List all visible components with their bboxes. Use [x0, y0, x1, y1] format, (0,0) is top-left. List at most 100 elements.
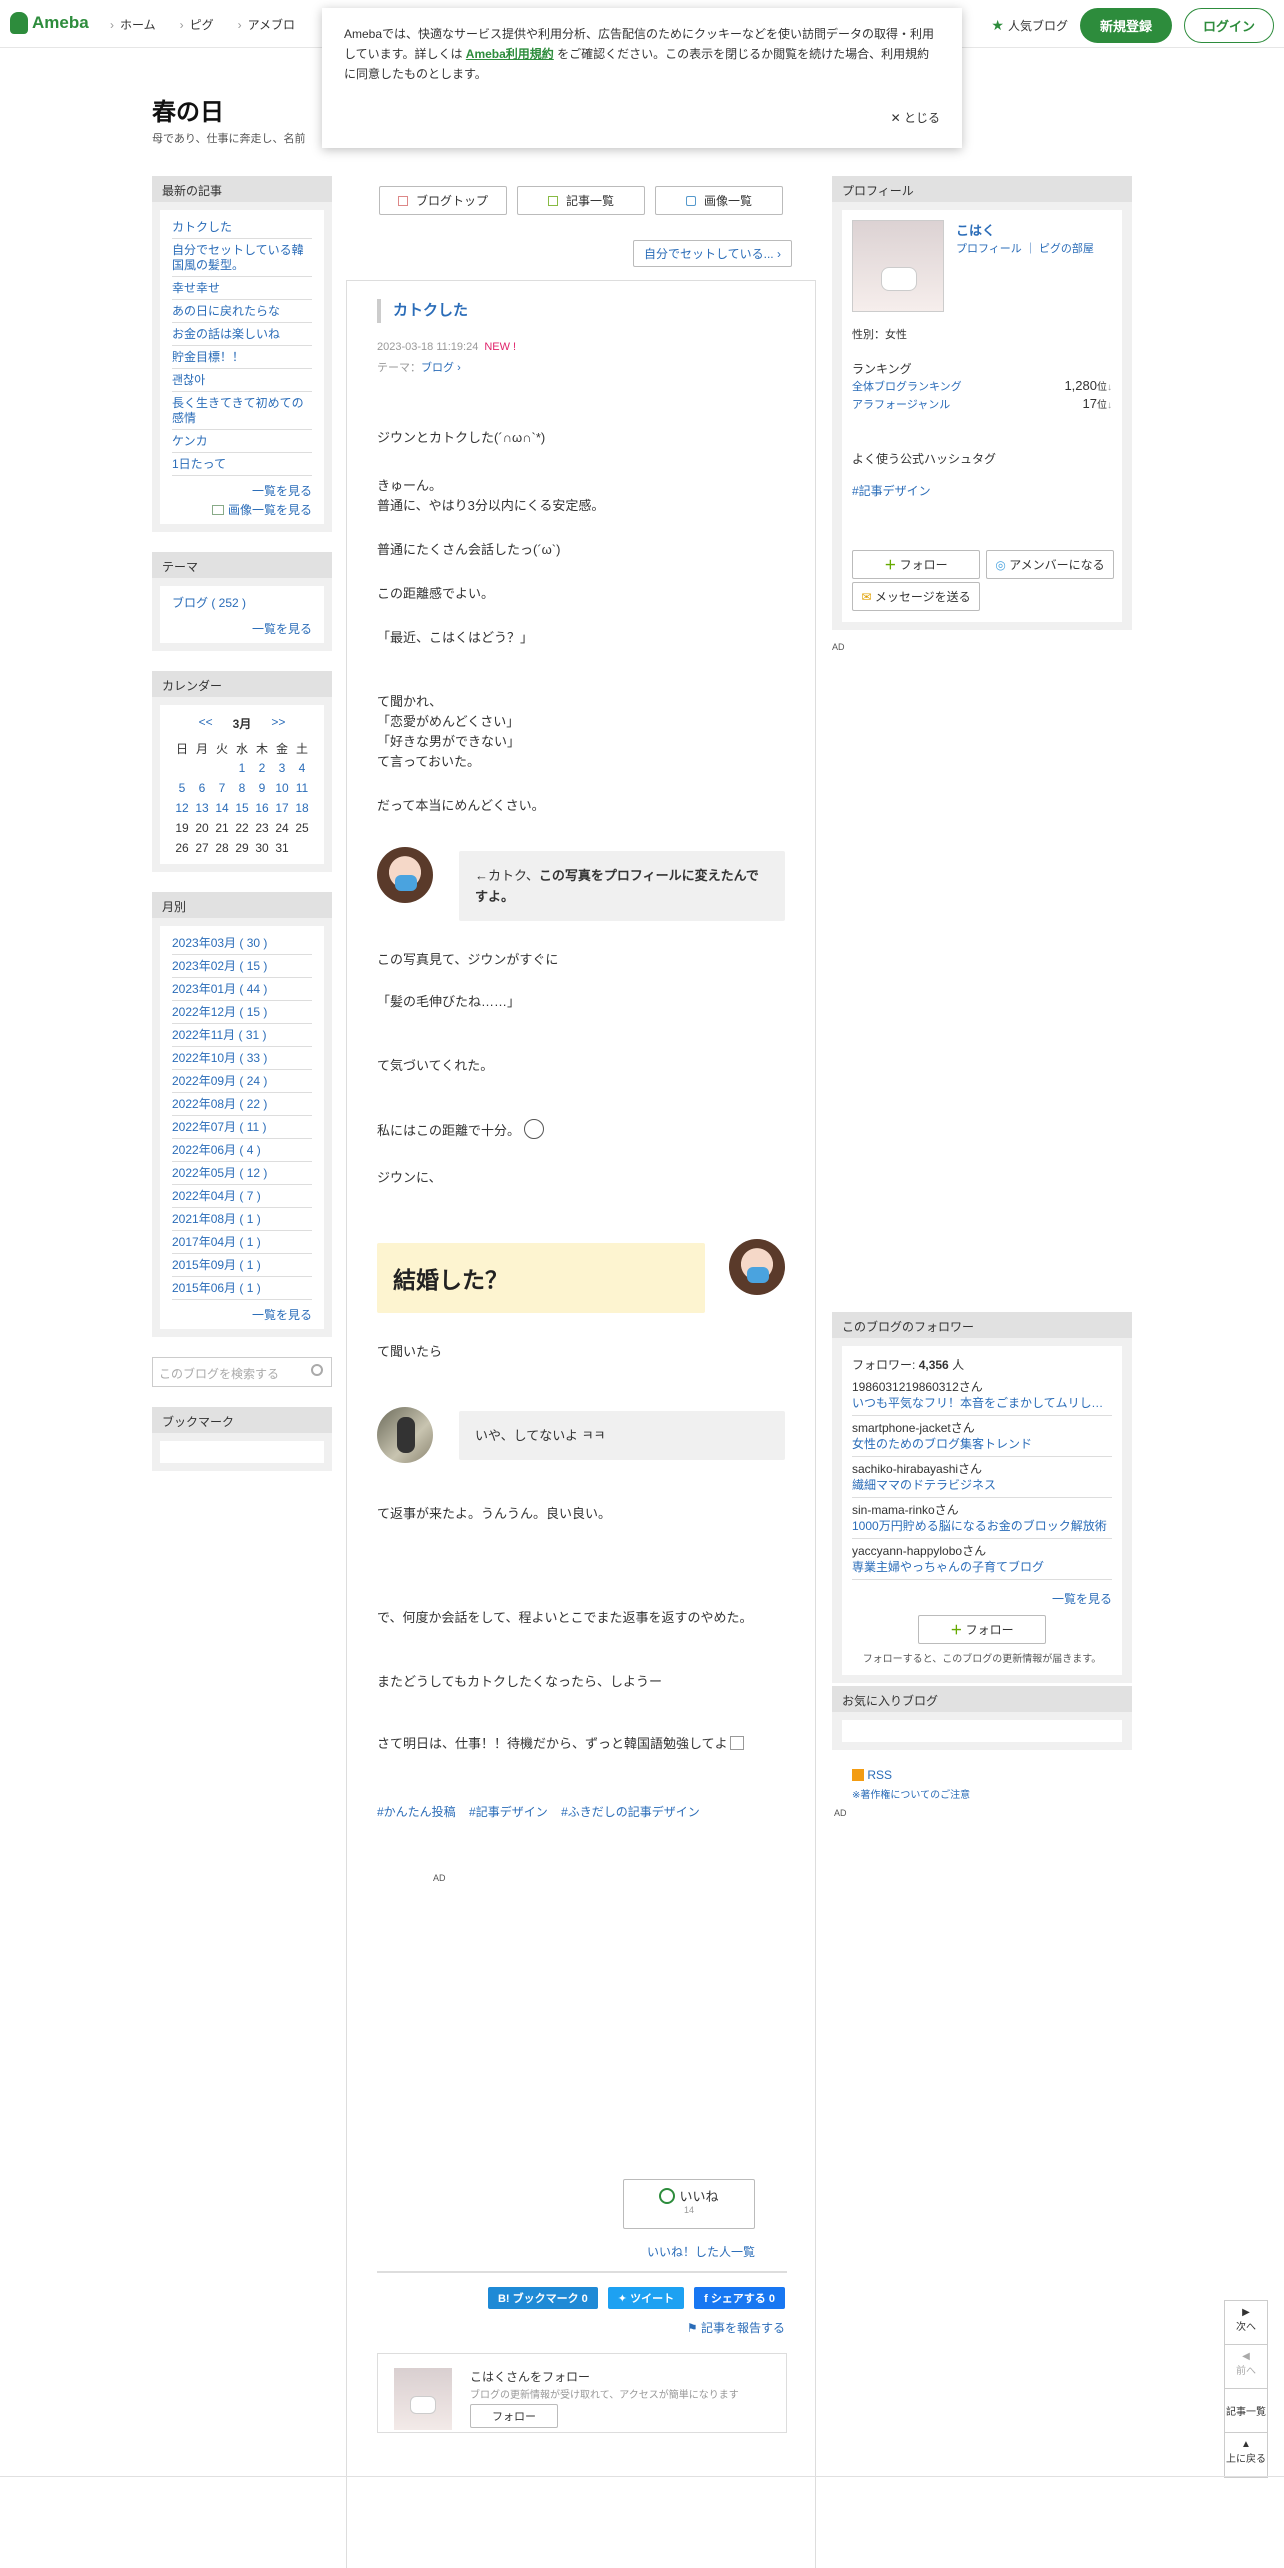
- monthly-archive-link[interactable]: 2023年02月 ( 15 ): [172, 955, 312, 978]
- profile-link[interactable]: プロフィール: [956, 243, 1022, 255]
- calendar-day[interactable]: 8: [232, 778, 252, 798]
- article-theme-link[interactable]: ブログ: [421, 362, 454, 374]
- register-button[interactable]: 新規登録: [1079, 8, 1172, 43]
- monthly-archive-link[interactable]: 2017年04月 ( 1 ): [172, 1231, 312, 1254]
- profile-hashtag-link[interactable]: #記事デザイン: [852, 482, 931, 499]
- theme-item[interactable]: ブログ ( 252 ): [172, 592, 312, 614]
- monthly-archive-link[interactable]: 2021年08月 ( 1 ): [172, 1208, 312, 1231]
- calendar-day[interactable]: 7: [212, 778, 232, 798]
- monthly-archive-link[interactable]: 2022年08月 ( 22 ): [172, 1093, 312, 1116]
- calendar-day[interactable]: 5: [172, 778, 192, 798]
- ameba-logo[interactable]: Ameba: [10, 12, 89, 34]
- nav-pigg[interactable]: › ピグ: [180, 16, 214, 33]
- follow-card-button[interactable]: フォロー: [470, 2404, 558, 2428]
- follower-blog-link[interactable]: いつも平気なフリ！本音をごまかしてムリしてる人へ: [852, 1395, 1112, 1416]
- monthly-archive-link[interactable]: 2022年10月 ( 33 ): [172, 1047, 312, 1070]
- popular-blog-link[interactable]: ★ 人気ブログ: [991, 17, 1068, 34]
- calendar-day[interactable]: 3: [272, 758, 292, 778]
- like-list-link[interactable]: いいね！した人一覧: [647, 2243, 755, 2260]
- article-list-button[interactable]: 記事一覧: [517, 186, 645, 215]
- tweet-button[interactable]: ✦ ツイート: [607, 2287, 685, 2309]
- calendar-day[interactable]: 14: [212, 798, 232, 818]
- calendar-day[interactable]: 11: [292, 778, 312, 798]
- calendar-day[interactable]: 18: [292, 798, 312, 818]
- calendar-day[interactable]: 13: [192, 798, 212, 818]
- calendar-prev[interactable]: <<: [199, 715, 213, 732]
- facebook-share-button[interactable]: f シェアする 0: [694, 2287, 785, 2309]
- hashtag-link[interactable]: #かんたん投稿: [377, 1805, 456, 1819]
- recent-article-link[interactable]: 幸せ幸せ: [172, 277, 312, 300]
- hashtag-link[interactable]: #記事デザイン: [469, 1805, 548, 1819]
- blog-search-input[interactable]: このブログを検索する: [152, 1357, 332, 1387]
- monthly-archive-link[interactable]: 2022年07月 ( 11 ): [172, 1116, 312, 1139]
- pigg-room-link[interactable]: ピグの部屋: [1039, 243, 1094, 255]
- follower-blog-link[interactable]: 1000万円貯める脳になるお金のブロック解放術: [852, 1518, 1112, 1539]
- like-button[interactable]: いいね 14: [623, 2179, 755, 2229]
- monthly-archive-link[interactable]: 2015年09月 ( 1 ): [172, 1254, 312, 1277]
- theme-more-link[interactable]: 一覧を見る: [172, 614, 312, 637]
- recent-article-link[interactable]: 1日たって: [172, 453, 312, 476]
- recent-article-link[interactable]: あの日に戻れたらな: [172, 300, 312, 323]
- monthly-archive-link[interactable]: 2023年01月 ( 44 ): [172, 978, 312, 1001]
- followers-more-link[interactable]: 一覧を見る: [852, 1584, 1112, 1615]
- monthly-archive-link[interactable]: 2015年06月 ( 1 ): [172, 1277, 312, 1300]
- profile-name[interactable]: こはく: [956, 220, 995, 239]
- recent-article-link[interactable]: ケンカ: [172, 430, 312, 453]
- copyright-link[interactable]: ※著作権についてのご注意: [852, 1786, 970, 1801]
- monthly-archive-link[interactable]: 2023年03月 ( 30 ): [172, 932, 312, 955]
- recent-more-link[interactable]: 一覧を見る: [172, 476, 312, 499]
- amember-button[interactable]: ◎ アメンバーになる: [986, 550, 1114, 579]
- calendar-day[interactable]: 6: [192, 778, 212, 798]
- calendar-day[interactable]: 10: [272, 778, 292, 798]
- cookie-close-button[interactable]: ✕ とじる: [891, 108, 940, 128]
- recent-article-link[interactable]: 貯金目標！！: [172, 346, 312, 369]
- monthly-archive-link[interactable]: 2022年09月 ( 24 ): [172, 1070, 312, 1093]
- login-button[interactable]: ログイン: [1183, 8, 1274, 43]
- calendar-day[interactable]: 2: [252, 758, 272, 778]
- blog-top-button[interactable]: ブログトップ: [379, 186, 507, 215]
- terms-link[interactable]: Ameba利用規約: [466, 47, 554, 61]
- nav-home[interactable]: › ホーム: [110, 16, 156, 33]
- blog-title[interactable]: 春の日: [152, 92, 224, 127]
- recent-article-link[interactable]: お金の話は楽しいね: [172, 323, 312, 346]
- recent-article-link[interactable]: カトクした: [172, 216, 312, 239]
- article-title[interactable]: カトクした: [377, 299, 785, 323]
- follower-blog-link[interactable]: 女性のためのブログ集客トレンド: [852, 1436, 1112, 1457]
- ranking-genre-link[interactable]: アラフォージャンル: [852, 399, 950, 411]
- pager-next[interactable]: ▶ 次へ: [1225, 2301, 1267, 2345]
- calendar-day[interactable]: 1: [232, 758, 252, 778]
- search-icon[interactable]: [311, 1364, 323, 1376]
- profile-avatar[interactable]: [852, 220, 944, 312]
- report-link[interactable]: ⚑ 記事を報告する: [687, 2319, 785, 2336]
- images-more-link[interactable]: 画像一覧を見る: [172, 499, 312, 518]
- image-list-button[interactable]: 画像一覧: [655, 186, 783, 215]
- next-article-button[interactable]: 自分でセットしている... ›: [633, 240, 792, 267]
- monthly-more-link[interactable]: 一覧を見る: [172, 1300, 312, 1323]
- follow-button[interactable]: ＋ フォロー: [852, 550, 980, 579]
- recent-article-link[interactable]: 괜찮아: [172, 369, 312, 392]
- follower-blog-link[interactable]: 専業主婦やっちゃんの子育てブログ: [852, 1559, 1112, 1580]
- monthly-archive-link[interactable]: 2022年05月 ( 12 ): [172, 1162, 312, 1185]
- follower-blog-link[interactable]: 繊細ママのドテラビジネス: [852, 1477, 1112, 1498]
- monthly-archive-link[interactable]: 2022年04月 ( 7 ): [172, 1185, 312, 1208]
- hatena-bookmark-button[interactable]: B! ブックマーク 0: [487, 2287, 598, 2309]
- calendar-next[interactable]: >>: [271, 715, 285, 732]
- calendar-day[interactable]: 15: [232, 798, 252, 818]
- follow-button[interactable]: ＋ フォロー: [918, 1615, 1046, 1644]
- monthly-archive-link[interactable]: 2022年06月 ( 4 ): [172, 1139, 312, 1162]
- calendar-day[interactable]: 9: [252, 778, 272, 798]
- message-button[interactable]: ✉ メッセージを送る: [852, 582, 980, 611]
- recent-article-link[interactable]: 自分でセットしている韓国風の髪型。: [172, 239, 312, 277]
- recent-article-link[interactable]: 長く生きてきて初めての感情: [172, 392, 312, 430]
- ranking-overall-link[interactable]: 全体ブログランキング: [852, 381, 962, 393]
- nav-ameblo[interactable]: › アメブロ: [238, 16, 295, 33]
- calendar-day[interactable]: 4: [292, 758, 312, 778]
- pager-top[interactable]: ▲ 上に戻る: [1225, 2433, 1267, 2477]
- rss-link[interactable]: RSS: [852, 1768, 892, 1782]
- calendar-day[interactable]: 12: [172, 798, 192, 818]
- monthly-archive-link[interactable]: 2022年12月 ( 15 ): [172, 1001, 312, 1024]
- pager-list[interactable]: 記事一覧: [1225, 2389, 1267, 2433]
- monthly-archive-link[interactable]: 2022年11月 ( 31 ): [172, 1024, 312, 1047]
- hashtag-link[interactable]: #ふきだしの記事デザイン: [561, 1805, 700, 1819]
- calendar-day[interactable]: 16: [252, 798, 272, 818]
